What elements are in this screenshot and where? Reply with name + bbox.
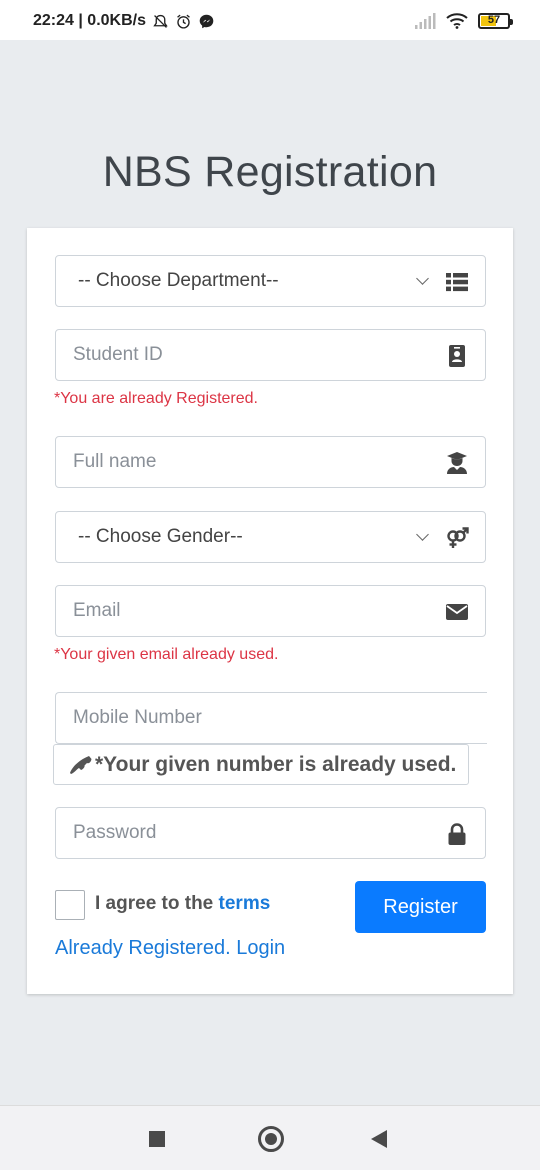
agree-label: I agree to the terms [95,893,270,915]
mobile-error-text: *Your given number is already used. [95,752,457,776]
agree-text: I agree to the [95,893,219,914]
student-id-input[interactable]: Student ID [55,329,486,381]
login-link[interactable]: Already Registered. Login [55,937,285,960]
back-button[interactable] [371,1130,387,1148]
signal-icon [415,12,436,29]
student-id-error: *You are already Registered. [54,390,258,407]
lock-icon [448,823,466,845]
messenger-icon [199,14,214,28]
status-left: 22:24 | 0.0KB/s [33,12,215,30]
password-input[interactable]: Password [55,807,486,859]
registration-card: -- Choose Department-- Student ID *You a… [27,228,513,994]
full-name-input[interactable]: Full name [55,436,486,488]
id-card-icon [449,345,465,367]
full-name-placeholder: Full name [73,451,157,472]
page-title: NBS Registration [102,148,438,196]
chevron-down-icon [416,272,429,285]
status-bar: 22:24 | 0.0KB/s 57 [0,0,540,40]
navigation-bar [0,1105,540,1170]
home-button[interactable] [258,1126,284,1152]
terms-link[interactable]: terms [219,893,271,914]
mobile-error: *Your given number is already used. [53,744,469,785]
gender-select-value: -- Choose Gender-- [78,526,243,547]
register-button[interactable]: Register [355,881,486,933]
chevron-down-icon [416,528,429,541]
mute-bell-icon [153,14,168,28]
mobile-placeholder: Mobile Number [73,707,202,728]
status-time-speed: 22:24 | 0.0KB/s [33,12,146,29]
battery-icon: 57 [478,12,513,29]
department-select[interactable]: -- Choose Department-- [55,255,486,307]
wifi-icon [446,13,468,29]
phone-icon [70,755,92,774]
email-error: *Your given email already used. [54,646,279,663]
user-graduate-icon [447,452,467,474]
battery-level: 57 [487,13,501,26]
list-icon [446,273,468,292]
status-right: 57 [414,12,513,29]
recent-apps-button[interactable] [149,1131,165,1147]
password-placeholder: Password [73,822,157,843]
alarm-icon [177,14,190,29]
email-placeholder: Email [73,600,121,621]
email-input[interactable]: Email [55,585,486,637]
envelope-icon [446,604,468,620]
venus-mars-icon [447,527,469,548]
terms-checkbox[interactable] [55,890,85,920]
mobile-number-input[interactable]: Mobile Number [55,692,487,744]
student-id-placeholder: Student ID [73,344,163,365]
gender-select[interactable]: -- Choose Gender-- [55,511,486,563]
department-select-value: -- Choose Department-- [78,270,279,291]
